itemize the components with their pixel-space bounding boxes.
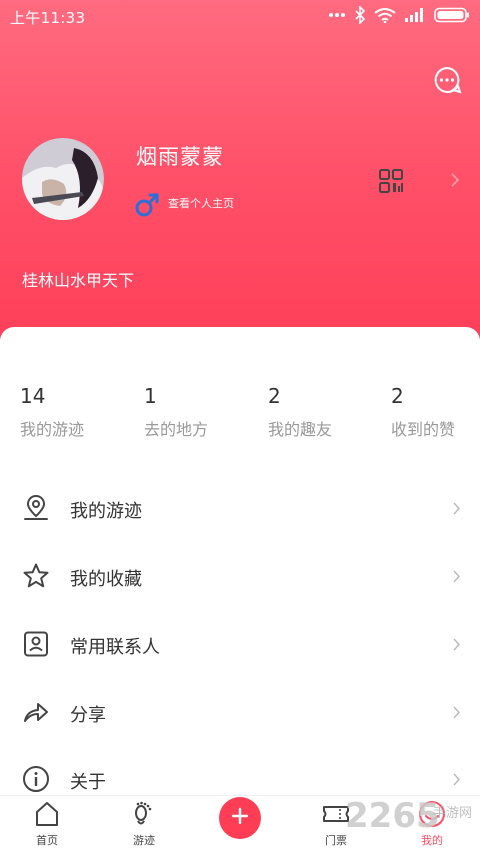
avatar[interactable] xyxy=(22,138,104,220)
chevron-right-icon xyxy=(452,705,461,720)
chevron-right-icon xyxy=(452,501,461,516)
menu-label: 我的游迹 xyxy=(70,501,142,522)
stat-label: 去的地方 xyxy=(144,420,209,439)
site-watermark: 2265 手游网 xyxy=(345,796,480,836)
chevron-right-icon xyxy=(452,772,461,787)
more-dots-icon xyxy=(328,12,346,18)
status-bar: 上午11:33 xyxy=(0,0,480,34)
menu-label: 分享 xyxy=(70,705,106,726)
watermark-logo-text: 2265 xyxy=(345,796,440,836)
stat-friends[interactable]: 2 我的趣友 xyxy=(268,384,332,440)
menu-label: 关于 xyxy=(70,772,106,793)
tab-traces[interactable]: 游迹 xyxy=(114,800,174,853)
footprint-icon xyxy=(130,800,158,828)
menu-item-favorites[interactable]: 我的收藏 xyxy=(0,542,480,610)
status-time: 上午11:33 xyxy=(10,9,86,27)
menu-label: 常用联系人 xyxy=(70,637,160,658)
stat-value: 14 xyxy=(20,384,46,408)
view-profile-link[interactable]: 查看个人主页 xyxy=(168,195,234,211)
male-icon xyxy=(134,192,160,218)
menu-label: 我的收藏 xyxy=(70,569,142,590)
stat-places-visited[interactable]: 1 去的地方 xyxy=(144,384,208,440)
stats-row: 14 我的游迹 1 去的地方 2 我的趣友 2 收到的赞 xyxy=(0,384,480,444)
tab-label: 游迹 xyxy=(133,834,155,847)
watermark-sub-text: 手游网 xyxy=(433,806,473,821)
wifi-icon xyxy=(374,7,396,23)
share-arrow-icon xyxy=(22,698,50,726)
bluetooth-icon xyxy=(354,6,366,24)
location-pin-icon xyxy=(22,494,50,522)
profile-bio: 桂林山水甲天下 xyxy=(22,271,135,290)
stat-value: 2 xyxy=(391,384,404,408)
contact-card-icon xyxy=(22,630,50,658)
message-button[interactable] xyxy=(432,65,462,95)
stat-label: 我的游迹 xyxy=(20,420,85,439)
battery-icon xyxy=(434,7,470,23)
chevron-right-icon[interactable] xyxy=(450,172,460,188)
add-button[interactable] xyxy=(219,797,261,839)
star-icon xyxy=(22,562,50,590)
tab-home[interactable]: 首页 xyxy=(17,800,77,853)
menu-item-share[interactable]: 分享 xyxy=(0,678,480,746)
stat-travel-traces[interactable]: 14 我的游迹 xyxy=(20,384,84,440)
plus-icon xyxy=(231,807,249,829)
tab-label: 首页 xyxy=(36,834,58,847)
chevron-right-icon xyxy=(452,569,461,584)
info-icon xyxy=(22,765,50,793)
signal-icon xyxy=(404,7,426,23)
menu-item-my-traces[interactable]: 我的游迹 xyxy=(0,474,480,542)
stat-value: 1 xyxy=(144,384,157,408)
username: 烟雨蒙蒙 xyxy=(136,145,224,169)
stat-value: 2 xyxy=(268,384,281,408)
stat-likes-received[interactable]: 2 收到的赞 xyxy=(391,384,455,440)
qr-code-icon[interactable] xyxy=(378,168,404,194)
stat-label: 我的趣友 xyxy=(268,420,333,439)
chevron-right-icon xyxy=(452,637,461,652)
menu-item-contacts[interactable]: 常用联系人 xyxy=(0,610,480,678)
home-icon xyxy=(33,800,61,828)
chat-bubble-icon xyxy=(432,66,462,99)
stat-label: 收到的赞 xyxy=(391,420,456,439)
